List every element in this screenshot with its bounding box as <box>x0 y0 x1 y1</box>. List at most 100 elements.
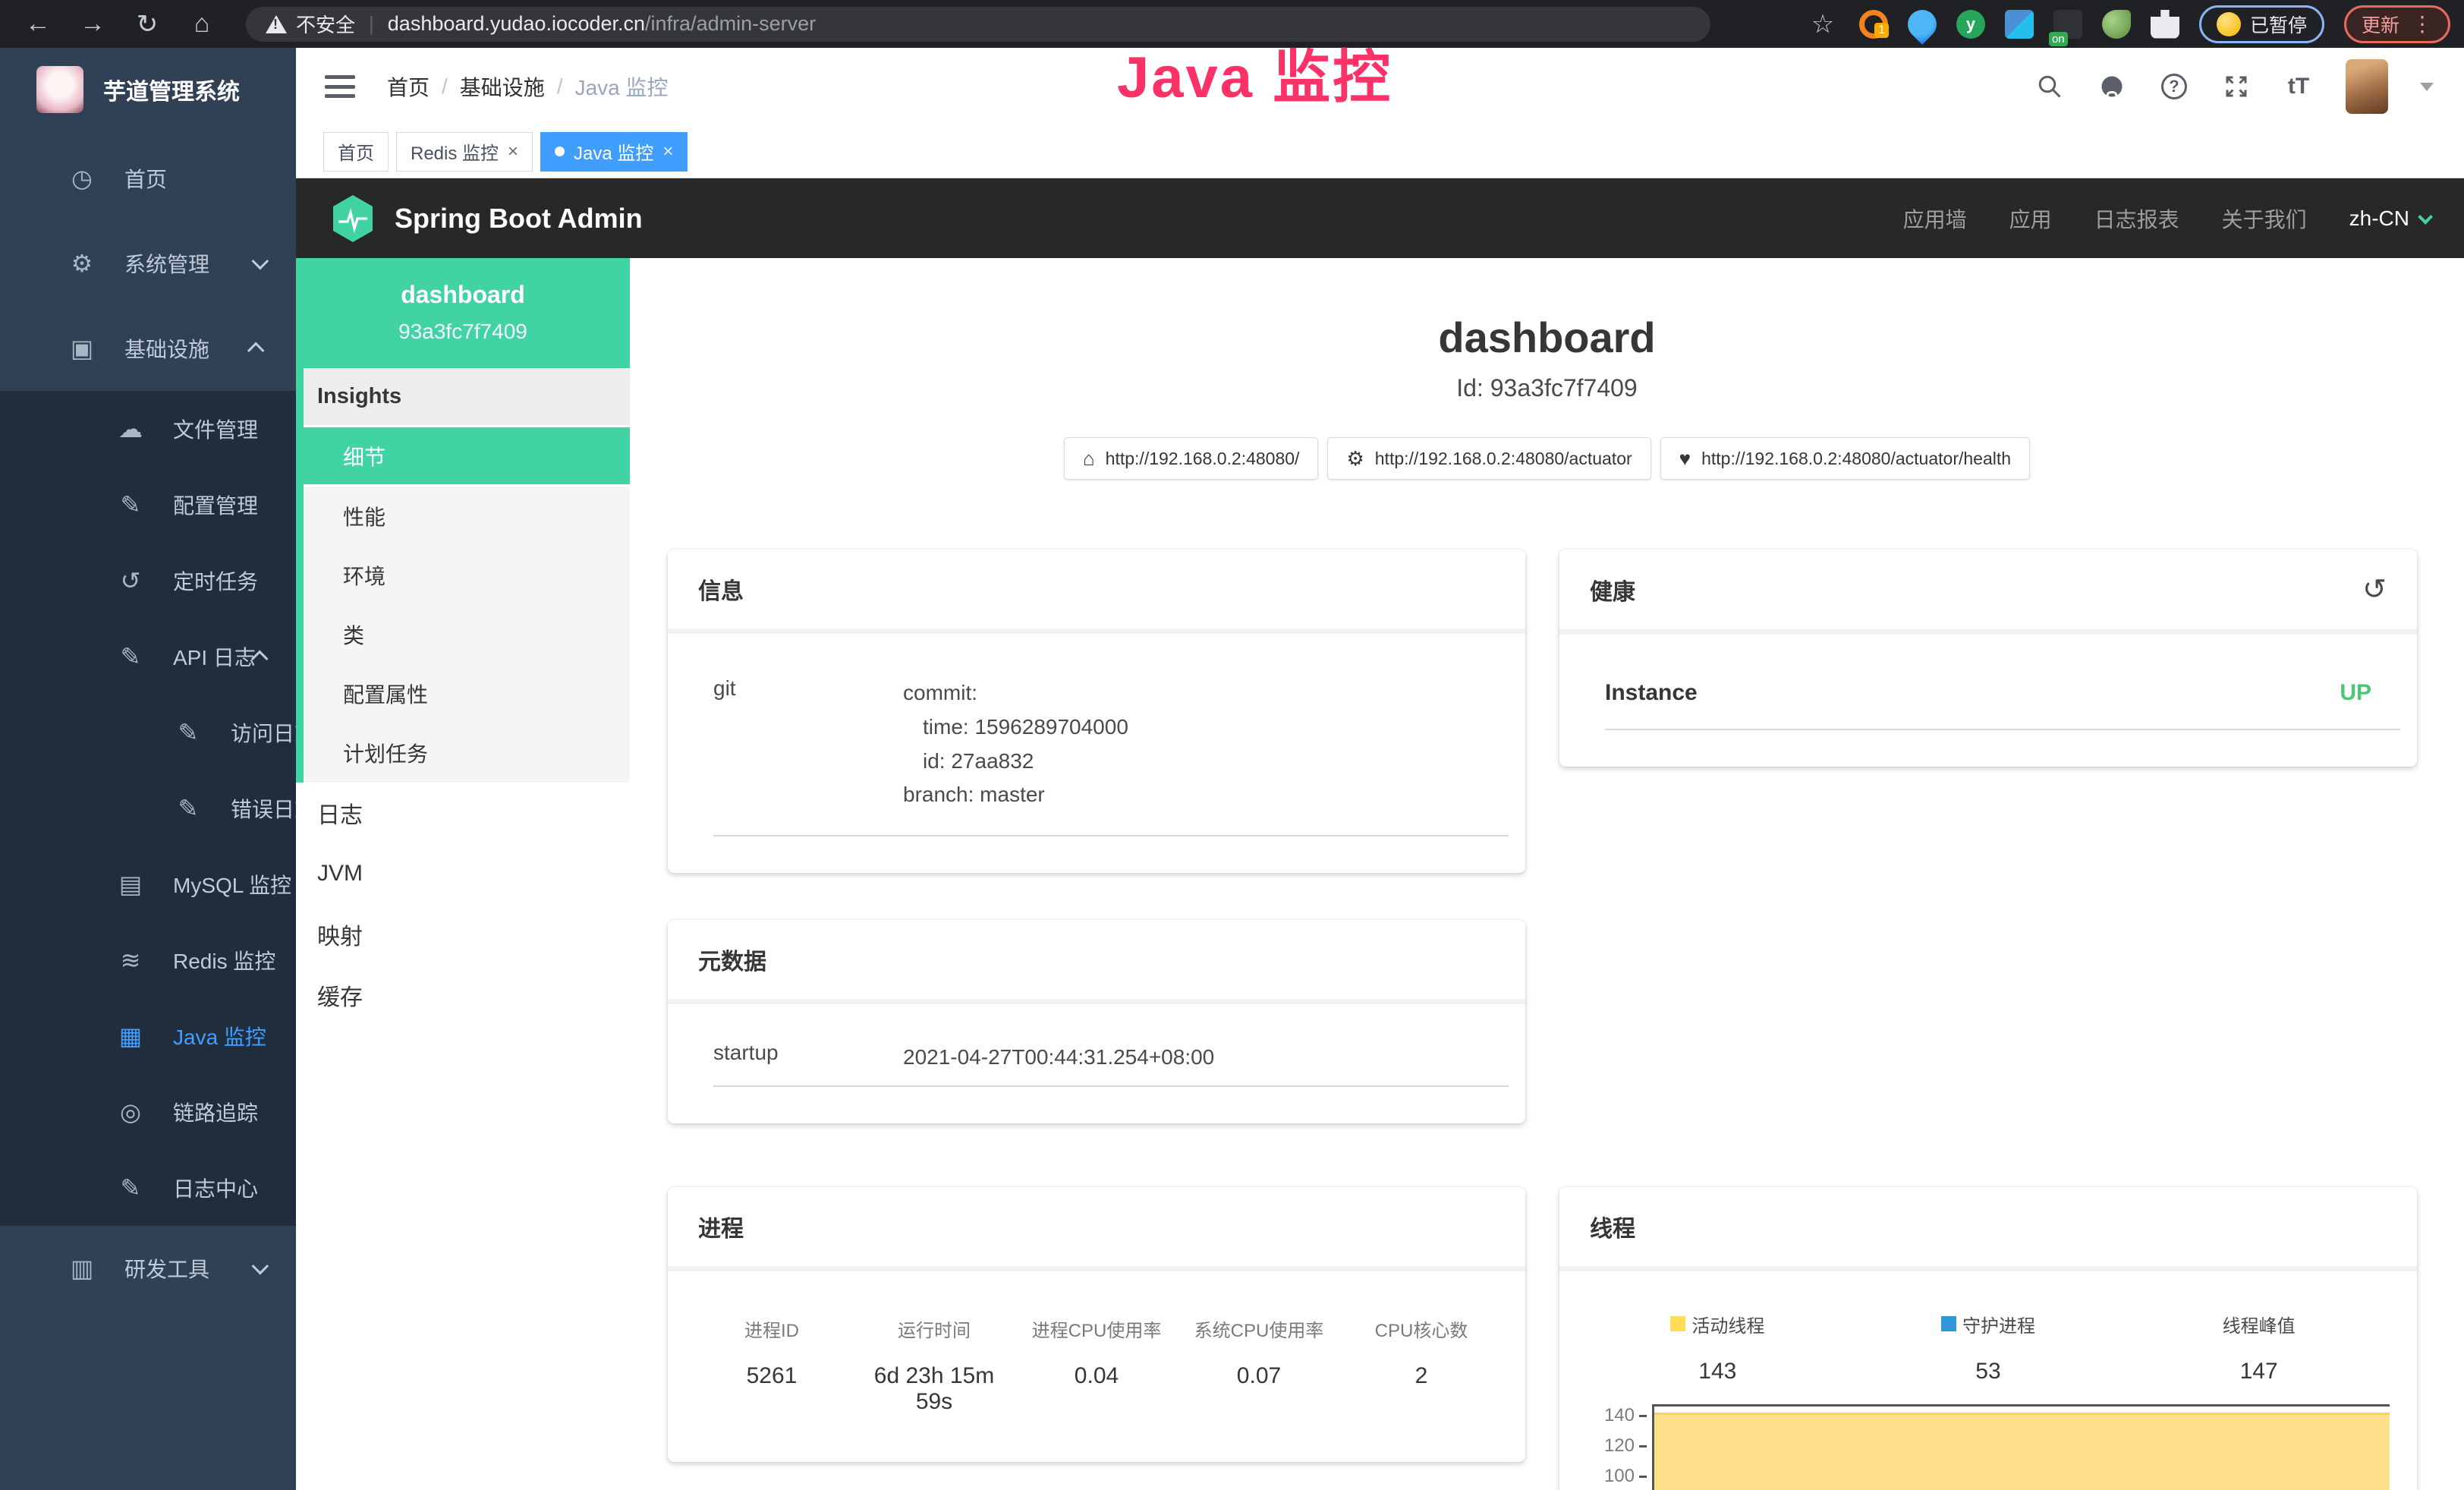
instance-link-button[interactable]: ⌂http://192.168.0.2:48080/ <box>1064 437 1319 480</box>
sba-nav-item[interactable]: 应用墙 <box>1903 203 1967 234</box>
sidebar-item[interactable]: ▣基础设施 <box>0 306 296 391</box>
sidebar-item[interactable]: ▦Java 监控 <box>0 998 296 1074</box>
app-main: 首页/基础设施/Java 监控 ? tT <box>296 48 2464 1490</box>
sidebar-item[interactable]: ◎链路追踪 <box>0 1074 296 1150</box>
sba-menu-item[interactable]: 配置属性 <box>304 664 630 723</box>
card-process-title: 进程 <box>668 1187 1525 1271</box>
sidebar-item[interactable]: ◷首页 <box>0 136 296 221</box>
history-icon[interactable]: ↺ <box>2362 572 2387 606</box>
instance-links: ⌂http://192.168.0.2:48080/⚙http://192.16… <box>630 437 2464 480</box>
sba-brand-title[interactable]: Spring Boot Admin <box>395 203 643 235</box>
view-tab-label: 首页 <box>338 138 374 165</box>
toolbox-icon: ▥ <box>65 1254 99 1283</box>
metadata-startup-row: startup 2021-04-27T00:44:31.254+08:00 <box>668 1004 1525 1075</box>
sidebar-toggle-icon[interactable] <box>325 75 355 98</box>
fullscreen-icon[interactable] <box>2221 71 2252 102</box>
info-git-row: git commit:time: 1596289704000id: 27aa83… <box>668 634 1525 812</box>
breadcrumb-separator: / <box>557 74 563 99</box>
sba-menu-item[interactable]: 类 <box>304 605 630 664</box>
sba-menu-item[interactable]: 缓存 <box>296 965 630 1025</box>
user-avatar[interactable] <box>2346 59 2388 114</box>
sidebar-item[interactable]: ✎日志中心 <box>0 1150 296 1226</box>
spring-boot-admin: Spring Boot Admin 应用墙 应用 日志报表 关于我们 zh-CN da… <box>296 178 2464 1490</box>
sidebar-item-label: Java 监控 <box>173 1021 266 1051</box>
bookmark-star-icon[interactable]: ☆ <box>1806 9 1839 39</box>
sidebar-item[interactable]: ✎API 日志 <box>0 619 296 695</box>
back-icon[interactable]: ← <box>21 9 55 39</box>
sidebar-item[interactable]: ▤MySQL 监控 <box>0 846 296 922</box>
help-icon[interactable]: ? <box>2159 71 2189 102</box>
sidebar-item-label: 定时任务 <box>173 565 258 596</box>
url-host[interactable]: dashboard.yudao.iocoder.cn <box>388 12 645 36</box>
sba-menu-item[interactable]: 日志 <box>296 783 630 843</box>
extension-orange-ring-icon[interactable]: 1 <box>1859 10 1888 39</box>
info-git-line: branch: master <box>903 778 1128 812</box>
extension-leaf-icon[interactable] <box>2102 10 2131 39</box>
breadcrumb-separator: / <box>442 74 448 99</box>
sidebar-item[interactable]: ▥ 研发工具 <box>0 1226 296 1311</box>
info-git-line: commit: <box>903 676 1128 710</box>
extension-grid-icon[interactable] <box>2005 10 2034 39</box>
update-button[interactable]: 更新 ⋮ <box>2344 5 2450 43</box>
sba-logo-icon <box>331 194 375 243</box>
sidebar-item-label: 基础设施 <box>124 333 209 364</box>
browser-menu-icon[interactable]: ⋮ <box>2412 11 2433 36</box>
reload-icon[interactable]: ↻ <box>131 9 164 39</box>
sba-menu-item[interactable]: 细节 <box>304 427 630 487</box>
extensions-puzzle-icon[interactable] <box>2151 10 2179 39</box>
sidebar-item-label: 日志中心 <box>173 1173 258 1203</box>
sidebar-item[interactable]: ✎配置管理 <box>0 467 296 543</box>
gear-icon: ⚙ <box>65 249 99 278</box>
extension-y-icon[interactable]: y <box>1956 10 1985 39</box>
view-tab[interactable]: Java 监控× <box>540 132 688 172</box>
sba-menu-item[interactable]: 计划任务 <box>304 723 630 783</box>
close-icon[interactable]: × <box>662 141 673 162</box>
forward-icon[interactable]: → <box>76 9 109 39</box>
view-tab[interactable]: Redis 监控× <box>396 132 533 172</box>
gauge-icon: ◷ <box>65 164 99 193</box>
sba-menu-item[interactable]: 环境 <box>304 546 630 605</box>
sba-instance-header[interactable]: dashboard 93a3fc7f7409 <box>296 258 630 368</box>
sba-nav-item[interactable]: 日志报表 <box>2094 203 2179 234</box>
instance-link-button[interactable]: ♥http://192.168.0.2:48080/actuator/healt… <box>1660 437 2030 480</box>
sba-locale-label: zh-CN <box>2349 206 2409 231</box>
url-path[interactable]: /infra/admin-server <box>645 12 816 36</box>
sidebar-item[interactable]: ✎错误日志 <box>0 770 296 846</box>
app-title: 芋道管理系统 <box>103 73 240 106</box>
view-tab[interactable]: 首页 <box>323 132 389 172</box>
sidebar-item[interactable]: ☁文件管理 <box>0 391 296 467</box>
profile-paused-pill[interactable]: 已暂停 <box>2199 5 2324 43</box>
security-label[interactable]: 不安全 <box>296 10 355 38</box>
process-value: 2 <box>1340 1363 1503 1415</box>
sba-menu-item[interactable]: 性能 <box>304 487 630 546</box>
extension-pin-icon[interactable] <box>1902 4 1943 45</box>
app-logo[interactable]: 芋道管理系统 <box>0 48 296 131</box>
paused-label: 已暂停 <box>2250 11 2307 38</box>
breadcrumb-item[interactable]: 基础设施 <box>460 71 545 102</box>
sba-menu-item[interactable]: 映射 <box>296 904 630 965</box>
address-bar[interactable]: 不安全 | dashboard.yudao.iocoder.cn /infra/… <box>246 7 1710 42</box>
sidebar-item-label: 研发工具 <box>124 1253 209 1284</box>
sba-nav-item[interactable]: 应用 <box>2009 203 2052 234</box>
threads-stat-label: 守护进程 <box>1853 1311 2124 1337</box>
close-icon[interactable]: × <box>508 141 518 162</box>
sba-locale-select[interactable]: zh-CN <box>2349 206 2429 231</box>
sba-insights-section-label: Insights <box>304 368 630 427</box>
sidebar-item[interactable]: ✎访问日志 <box>0 695 296 770</box>
threads-stat-value: 143 <box>1582 1359 1853 1384</box>
home-icon[interactable]: ⌂ <box>185 9 219 39</box>
sidebar-item[interactable]: ↺定时任务 <box>0 543 296 619</box>
sidebar-item[interactable]: ⚙系统管理 <box>0 221 296 306</box>
wrench-icon: ⚙ <box>1346 447 1364 471</box>
sidebar-item[interactable]: ≋Redis 监控 <box>0 922 296 998</box>
breadcrumb-item[interactable]: 首页 <box>387 71 430 102</box>
y-axis-tick-label: 100 <box>1604 1466 1647 1487</box>
sba-menu-item[interactable]: JVM <box>296 843 630 904</box>
font-size-icon[interactable]: tT <box>2283 71 2314 102</box>
sba-nav-item[interactable]: 关于我们 <box>2222 203 2307 234</box>
search-icon[interactable] <box>2034 71 2065 102</box>
instance-link-button[interactable]: ⚙http://192.168.0.2:48080/actuator <box>1327 437 1651 480</box>
extension-switch-icon[interactable]: on <box>2053 10 2082 39</box>
github-icon[interactable] <box>2097 71 2127 102</box>
user-menu-caret-icon[interactable] <box>2420 83 2434 91</box>
